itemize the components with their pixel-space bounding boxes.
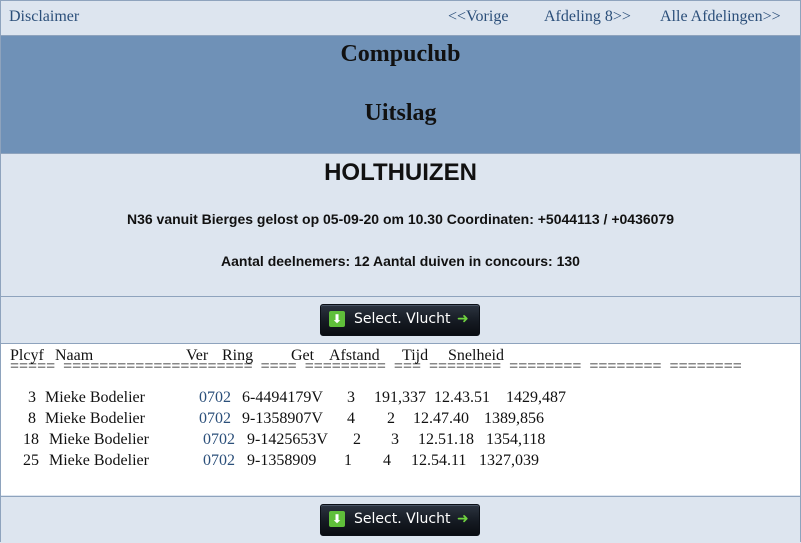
row3-naam: Mieke Bodelier [49, 431, 149, 448]
row1-get: 3 [347, 389, 355, 406]
row1-ring: 6-4494179V [242, 389, 323, 406]
select-flight-label: Select. Vlucht [354, 511, 451, 527]
row4-ring: 9-1358909 [247, 452, 317, 469]
arrow-right-icon: ➜ [457, 311, 469, 327]
row4-tijd: 12.54.11 [411, 452, 467, 469]
row4-get: 1 [344, 452, 352, 469]
row3-tijd: 12.51.18 [418, 431, 474, 448]
row3-ver: 0702 [203, 431, 235, 448]
select-flight-button[interactable]: ⬇ Select. Vlucht ➜ [320, 304, 480, 336]
download-icon: ⬇ [329, 511, 345, 527]
row3-afstand: 3 [391, 431, 399, 448]
all-divisions-link[interactable]: Alle Afdelingen>> [660, 8, 781, 26]
row4-ver: 0702 [203, 452, 235, 469]
select-flight-label: Select. Vlucht [354, 311, 451, 327]
header-separator: ===== ===================== ==== =======… [10, 358, 742, 375]
race-info: HOLTHUIZEN N36 vanuit Bierges gelost op … [1, 154, 800, 297]
flight-details: N36 vanuit Bierges gelost op 05-09-20 om… [126, 211, 675, 227]
select-flight-bar-bottom: ⬇ Select. Vlucht ➜ [1, 496, 800, 543]
row2-naam: Mieke Bodelier [45, 410, 145, 427]
next-division-link[interactable]: Afdeling 8>> [544, 8, 631, 26]
row2-ring: 9-1358907V [242, 410, 323, 427]
row3-plc: 18 [23, 431, 39, 448]
row4-snelheid: 1327,039 [479, 452, 539, 469]
row2-afstand: 2 [387, 410, 395, 427]
row4-naam: Mieke Bodelier [49, 452, 149, 469]
download-icon: ⬇ [329, 311, 345, 327]
row2-snelheid: 1389,856 [484, 410, 544, 427]
results-title: Uitslag [1, 93, 800, 154]
row1-ver: 0702 [199, 389, 231, 406]
participant-counts: Aantal deelnemers: 12 Aantal duiven in c… [221, 253, 580, 269]
row1-plc: 3 [28, 389, 36, 406]
row2-plc: 8 [28, 410, 36, 427]
results-table: Plcyf Naam Ver Ring Get Afstand Tijd Sne… [1, 344, 800, 495]
page-frame: Disclaimer <<Vorige Afdeling 8>> Alle Af… [0, 0, 801, 543]
row4-afstand: 4 [383, 452, 391, 469]
row3-get: 2 [353, 431, 361, 448]
disclaimer-link[interactable]: Disclaimer [9, 8, 79, 26]
row4-plc: 25 [23, 452, 39, 469]
row1-afstand: 191,337 [374, 389, 426, 406]
row2-get: 4 [347, 410, 355, 427]
club-title: Compuclub [1, 36, 800, 93]
select-flight-button[interactable]: ⬇ Select. Vlucht ➜ [320, 504, 480, 536]
previous-link[interactable]: <<Vorige [448, 8, 508, 26]
row1-tijd: 12.43.51 [434, 389, 490, 406]
row1-snelheid: 1429,487 [506, 389, 566, 406]
row2-tijd: 12.47.40 [413, 410, 469, 427]
row3-snelheid: 1354,118 [486, 431, 546, 448]
row1-naam: Mieke Bodelier [45, 389, 145, 406]
arrow-right-icon: ➜ [457, 511, 469, 527]
row2-ver: 0702 [199, 410, 231, 427]
select-flight-bar-top: ⬇ Select. Vlucht ➜ [1, 297, 800, 344]
top-navigation: Disclaimer <<Vorige Afdeling 8>> Alle Af… [1, 1, 800, 36]
row3-ring: 9-1425653V [247, 431, 328, 448]
place-name: HOLTHUIZEN [324, 159, 477, 186]
